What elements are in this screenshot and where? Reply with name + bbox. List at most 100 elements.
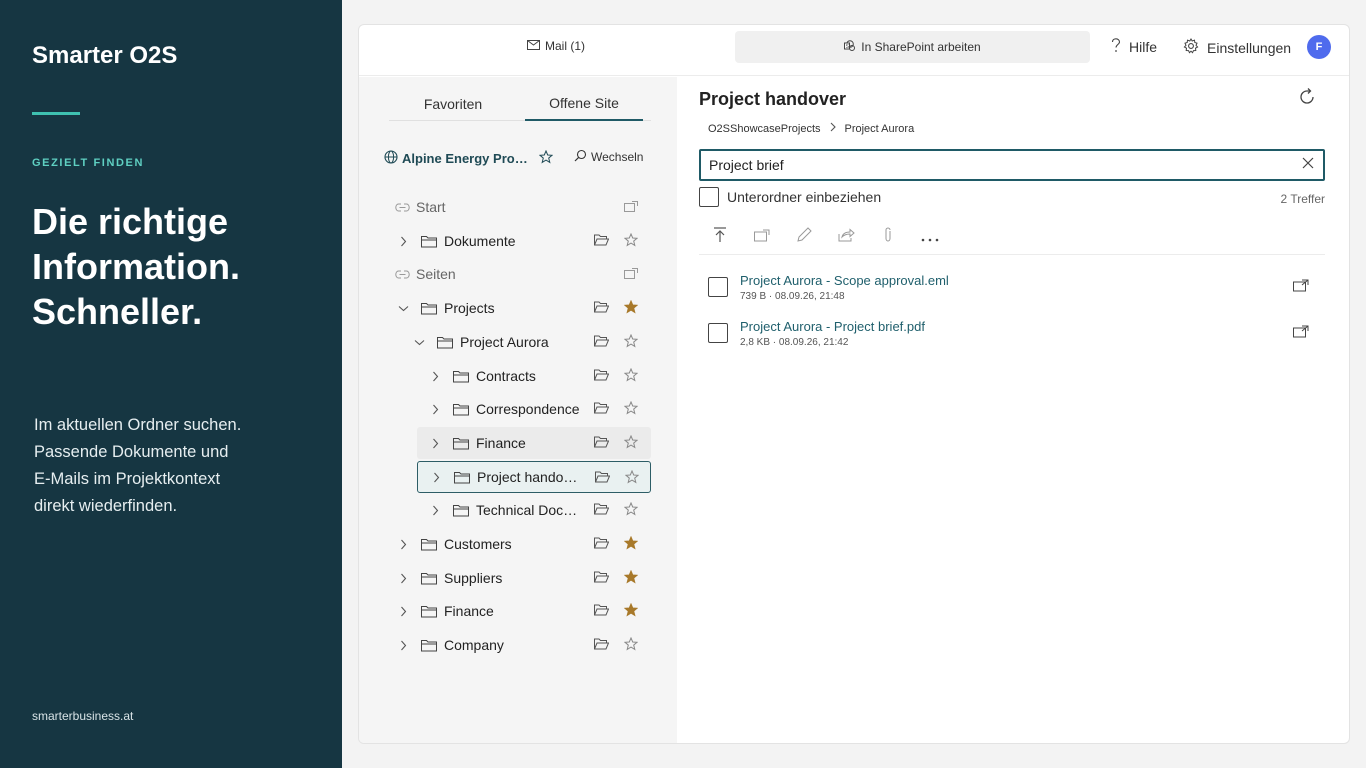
file-checkbox[interactable] bbox=[708, 323, 728, 343]
settings-button[interactable]: Einstellungen bbox=[1183, 38, 1291, 57]
upload-button[interactable] bbox=[699, 223, 741, 253]
open-folder-icon[interactable] bbox=[592, 635, 610, 653]
tree-folder-item[interactable]: Contracts bbox=[427, 360, 651, 392]
chevron-right-icon[interactable] bbox=[427, 404, 443, 415]
settings-label: Einstellungen bbox=[1207, 39, 1292, 56]
open-folder-icon[interactable] bbox=[592, 500, 610, 518]
breadcrumb-item-root[interactable]: O2SShowcaseProjects bbox=[708, 123, 821, 135]
clear-search-button[interactable] bbox=[1293, 156, 1323, 174]
tab-open-site[interactable]: Offene Site bbox=[525, 87, 643, 121]
open-folder-icon[interactable] bbox=[592, 534, 610, 552]
tree-item-label: Seiten bbox=[416, 266, 456, 282]
star-filled-icon[interactable] bbox=[622, 534, 640, 552]
checkbox[interactable] bbox=[699, 187, 719, 207]
tree-folder-item[interactable]: Project handover bbox=[417, 461, 651, 493]
star-filled-icon[interactable] bbox=[622, 568, 640, 586]
tree-folder-item[interactable]: Finance bbox=[417, 427, 651, 459]
folder-icon bbox=[437, 336, 453, 349]
star-filled-icon[interactable] bbox=[622, 298, 640, 316]
rename-icon bbox=[796, 227, 812, 248]
sharepoint-button[interactable]: S In SharePoint arbeiten bbox=[735, 31, 1090, 63]
file-checkbox[interactable] bbox=[708, 277, 728, 297]
open-folder-icon[interactable] bbox=[592, 332, 610, 350]
switch-label: Wechseln bbox=[591, 150, 644, 164]
chevron-right-icon bbox=[830, 122, 836, 135]
tree-folder-item[interactable]: Technical Documentation bbox=[427, 494, 651, 526]
globe-icon bbox=[384, 149, 398, 167]
tree-folder-item[interactable]: Finance bbox=[395, 595, 651, 627]
breadcrumb-item-current[interactable]: Project Aurora bbox=[845, 123, 915, 135]
tree-folder-item[interactable]: Project Aurora bbox=[411, 326, 651, 358]
open-external-icon bbox=[1293, 279, 1309, 296]
tree-folder-item[interactable]: Projects bbox=[395, 292, 651, 324]
chevron-right-icon[interactable] bbox=[428, 472, 444, 483]
chevron-down-icon[interactable] bbox=[411, 339, 427, 346]
open-folder-icon[interactable] bbox=[592, 298, 610, 316]
attach-button[interactable] bbox=[867, 223, 909, 253]
search-input[interactable] bbox=[701, 151, 1293, 179]
chevron-right-icon[interactable] bbox=[395, 539, 411, 550]
chevron-right-icon[interactable] bbox=[427, 371, 443, 382]
open-external-icon[interactable] bbox=[622, 197, 640, 215]
share-button[interactable] bbox=[825, 223, 867, 253]
chevron-right-icon[interactable] bbox=[395, 640, 411, 651]
tree-folder-item[interactable]: Company bbox=[395, 629, 651, 661]
star-icon[interactable] bbox=[622, 500, 640, 518]
open-external-button[interactable] bbox=[1293, 279, 1309, 297]
more-icon bbox=[921, 229, 939, 247]
star-icon[interactable] bbox=[622, 635, 640, 653]
mail-button[interactable]: Mail (1) bbox=[527, 39, 585, 53]
help-button[interactable]: Hilfe bbox=[1111, 38, 1157, 56]
link-icon bbox=[395, 203, 410, 212]
star-icon[interactable] bbox=[622, 231, 640, 249]
chevron-down-icon[interactable] bbox=[395, 305, 411, 312]
tree-item-label: Contracts bbox=[476, 368, 536, 384]
addin-frame: Mail (1) S In SharePoint arbeiten Hilfe … bbox=[358, 24, 1350, 744]
file-row[interactable]: Project Aurora - Project brief.pdf 2,8 K… bbox=[699, 313, 1325, 353]
star-icon[interactable] bbox=[622, 366, 640, 384]
chevron-right-icon[interactable] bbox=[395, 236, 411, 247]
tree-folder-item[interactable]: Customers bbox=[395, 528, 651, 560]
chevron-right-icon[interactable] bbox=[427, 505, 443, 516]
chevron-right-icon[interactable] bbox=[427, 438, 443, 449]
file-row[interactable]: Project Aurora - Scope approval.eml 739 … bbox=[699, 267, 1325, 307]
switch-site-button[interactable]: Wechseln bbox=[574, 149, 643, 165]
star-icon[interactable] bbox=[622, 332, 640, 350]
open-folder-icon[interactable] bbox=[592, 231, 610, 249]
star-icon[interactable] bbox=[622, 399, 640, 417]
include-subfolders-checkbox[interactable]: Unterordner einbeziehen bbox=[699, 187, 881, 207]
site-name[interactable]: Alpine Energy Projects bbox=[402, 151, 530, 166]
tree-folder-item[interactable]: Correspondence bbox=[427, 393, 651, 425]
open-folder-icon[interactable] bbox=[592, 399, 610, 417]
tree-folder-item[interactable]: Suppliers bbox=[395, 562, 651, 594]
open-folder-icon[interactable] bbox=[592, 568, 610, 586]
chevron-right-icon[interactable] bbox=[395, 573, 411, 584]
chevron-right-icon[interactable] bbox=[395, 606, 411, 617]
tree-item-label: Finance bbox=[476, 435, 526, 451]
tree-folder-item[interactable]: Dokumente bbox=[395, 225, 651, 257]
tree-section[interactable]: Start bbox=[395, 191, 651, 223]
refresh-icon bbox=[1297, 88, 1317, 111]
open-folder-icon[interactable] bbox=[592, 601, 610, 619]
star-icon[interactable] bbox=[622, 433, 640, 451]
file-name[interactable]: Project Aurora - Project brief.pdf bbox=[740, 319, 925, 334]
avatar[interactable]: F bbox=[1307, 35, 1331, 59]
star-filled-icon[interactable] bbox=[622, 601, 640, 619]
open-folder-icon[interactable] bbox=[593, 468, 611, 486]
open-folder-icon[interactable] bbox=[592, 366, 610, 384]
star-icon[interactable] bbox=[623, 468, 641, 486]
rename-button[interactable] bbox=[783, 223, 825, 253]
open-folder-icon[interactable] bbox=[592, 433, 610, 451]
tree-section[interactable]: Seiten bbox=[395, 258, 651, 290]
more-button[interactable] bbox=[909, 223, 951, 253]
mail-label: Mail (1) bbox=[545, 39, 586, 53]
refresh-button[interactable] bbox=[1297, 87, 1317, 112]
file-name[interactable]: Project Aurora - Scope approval.eml bbox=[740, 273, 949, 288]
tab-favorites[interactable]: Favoriten bbox=[389, 87, 517, 121]
open-external-icon[interactable] bbox=[622, 264, 640, 282]
site-star-icon[interactable] bbox=[538, 149, 554, 167]
folder-icon bbox=[421, 639, 437, 652]
move-button[interactable] bbox=[741, 223, 783, 253]
open-external-button[interactable] bbox=[1293, 325, 1309, 343]
folder-icon bbox=[453, 403, 469, 416]
